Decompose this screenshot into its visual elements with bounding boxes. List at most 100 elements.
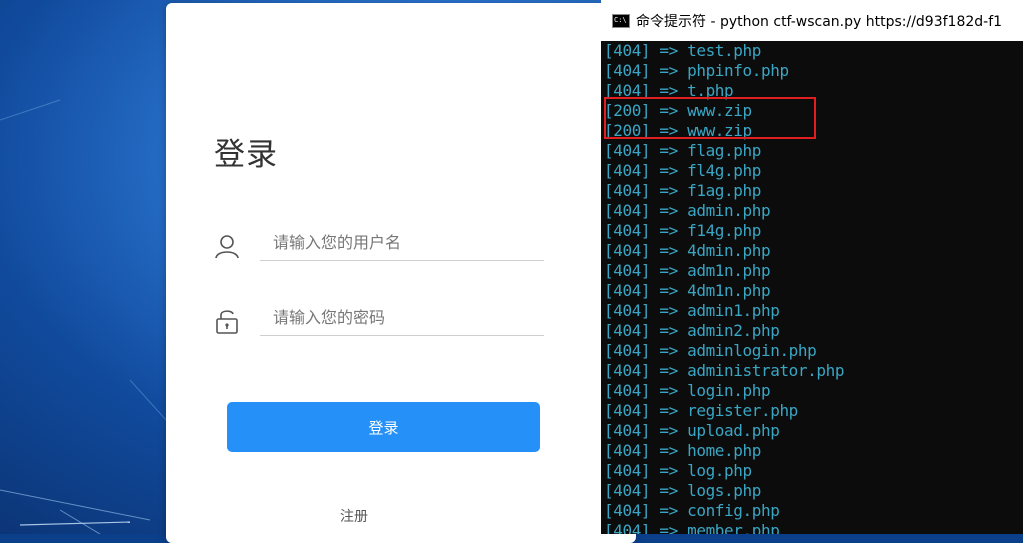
status-code: [200]: [604, 121, 651, 140]
terminal-line: [404] => fl4g.php: [604, 161, 1023, 181]
terminal-line: [404] => admin2.php: [604, 321, 1023, 341]
scanned-file: phpinfo.php: [687, 61, 789, 80]
terminal-line: [404] => flag.php: [604, 141, 1023, 161]
status-code: [404]: [604, 261, 651, 280]
arrow: =>: [659, 181, 678, 200]
status-code: [404]: [604, 161, 651, 180]
terminal-icon: C:\: [612, 13, 630, 28]
login-button[interactable]: 登录: [227, 402, 540, 452]
terminal-line: [404] => login.php: [604, 381, 1023, 401]
terminal-line: [404] => t.php: [604, 81, 1023, 101]
arrow: =>: [659, 101, 678, 120]
arrow: =>: [659, 461, 678, 480]
status-code: [404]: [604, 441, 651, 460]
status-code: [404]: [604, 241, 651, 260]
scanned-file: f14g.php: [687, 221, 761, 240]
status-code: [404]: [604, 61, 651, 80]
status-code: [404]: [604, 421, 651, 440]
register-link[interactable]: 注册: [340, 506, 368, 526]
status-code: [404]: [604, 301, 651, 320]
terminal-line: [404] => home.php: [604, 441, 1023, 461]
terminal-line: [200] => www.zip: [604, 121, 1023, 141]
arrow: =>: [659, 61, 678, 80]
status-code: [404]: [604, 381, 651, 400]
terminal-line: [404] => f1ag.php: [604, 181, 1023, 201]
terminal-line: [404] => admin.php: [604, 201, 1023, 221]
username-input[interactable]: [260, 225, 544, 261]
scanned-file: fl4g.php: [687, 161, 761, 180]
arrow: =>: [659, 481, 678, 500]
status-code: [404]: [604, 221, 651, 240]
arrow: =>: [659, 361, 678, 380]
terminal-output[interactable]: [404] => test.php [404] => phpinfo.php [40…: [601, 41, 1023, 534]
status-code: [404]: [604, 521, 651, 534]
status-code: [404]: [604, 481, 651, 500]
scanned-file: register.php: [687, 401, 798, 420]
arrow: =>: [659, 301, 678, 320]
window-title: 命令提示符 - python ctf-wscan.py https://d93f…: [636, 13, 1003, 30]
terminal-line: [404] => adm1n.php: [604, 261, 1023, 281]
status-code: [404]: [604, 41, 651, 60]
lock-icon: [216, 310, 238, 334]
scanned-file: adm1n.php: [687, 261, 771, 280]
arrow: =>: [659, 261, 678, 280]
user-icon: [215, 235, 239, 259]
arrow: =>: [659, 381, 678, 400]
arrow: =>: [659, 341, 678, 360]
scanned-file: www.zip: [687, 101, 752, 120]
scanned-file: www.zip: [687, 121, 752, 140]
scanned-file: member.php: [687, 521, 780, 534]
scanned-file: 4dmin.php: [687, 241, 771, 260]
terminal-icon-text: C:\: [614, 15, 627, 24]
status-code: [404]: [604, 361, 651, 380]
status-code: [404]: [604, 461, 651, 480]
arrow: =>: [659, 221, 678, 240]
arrow: =>: [659, 201, 678, 220]
status-code: [404]: [604, 341, 651, 360]
terminal-line: [404] => f14g.php: [604, 221, 1023, 241]
terminal-line: [404] => member.php: [604, 521, 1023, 534]
arrow: =>: [659, 501, 678, 520]
terminal-line: [404] => logs.php: [604, 481, 1023, 501]
password-input[interactable]: [260, 300, 544, 336]
arrow: =>: [659, 281, 678, 300]
scanned-file: test.php: [687, 41, 761, 60]
arrow: =>: [659, 421, 678, 440]
login-title: 登录: [214, 137, 278, 173]
terminal-line: [404] => upload.php: [604, 421, 1023, 441]
status-code: [200]: [604, 101, 651, 120]
window-titlebar[interactable]: C:\ 命令提示符 - python ctf-wscan.py https://…: [601, 0, 1023, 41]
terminal-line: [404] => 4dm1n.php: [604, 281, 1023, 301]
arrow: =>: [659, 41, 678, 60]
scanned-file: adminlogin.php: [687, 341, 817, 360]
scanned-file: f1ag.php: [687, 181, 761, 200]
terminal-line: [404] => phpinfo.php: [604, 61, 1023, 81]
status-code: [404]: [604, 141, 651, 160]
arrow: =>: [659, 161, 678, 180]
status-code: [404]: [604, 401, 651, 420]
arrow: =>: [659, 521, 678, 534]
scanned-file: home.php: [687, 441, 761, 460]
arrow: =>: [659, 321, 678, 340]
scanned-file: log.php: [687, 461, 752, 480]
terminal-line: [404] => 4dmin.php: [604, 241, 1023, 261]
scanned-file: t.php: [687, 81, 734, 100]
status-code: [404]: [604, 281, 651, 300]
arrow: =>: [659, 121, 678, 140]
scanned-file: administrator.php: [687, 361, 845, 380]
arrow: =>: [659, 141, 678, 160]
arrow: =>: [659, 81, 678, 100]
arrow: =>: [659, 241, 678, 260]
status-code: [404]: [604, 321, 651, 340]
arrow: =>: [659, 441, 678, 460]
scanned-file: flag.php: [687, 141, 761, 160]
scanned-file: login.php: [687, 381, 771, 400]
scanned-file: logs.php: [687, 481, 761, 500]
terminal-line: [404] => log.php: [604, 461, 1023, 481]
terminal-line: [404] => admin1.php: [604, 301, 1023, 321]
scanned-file: admin.php: [687, 201, 771, 220]
status-code: [404]: [604, 181, 651, 200]
terminal-line: [404] => register.php: [604, 401, 1023, 421]
status-code: [404]: [604, 201, 651, 220]
scanned-file: admin1.php: [687, 301, 780, 320]
